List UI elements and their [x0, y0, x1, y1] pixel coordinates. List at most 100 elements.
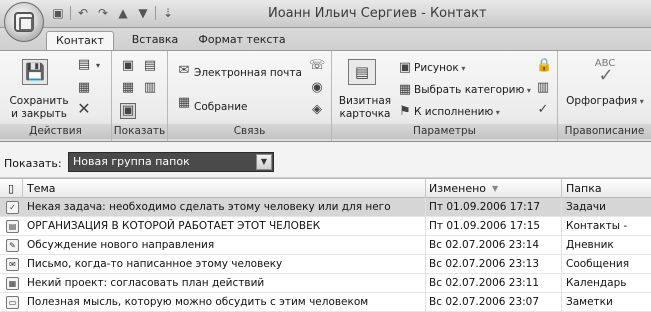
- group-proofing: ABC ✓ Орфография Правописание: [558, 51, 651, 141]
- column-folder[interactable]: Папка: [566, 179, 602, 198]
- address-book-icon[interactable]: ▥: [536, 81, 550, 95]
- group-show: ▣ ▤ ▦ ▥ ▣ Показать: [112, 51, 168, 141]
- column-separator: [561, 236, 562, 255]
- ribbon: 💾 Сохранить и закрыть ▤ ▾ ▦ ✕ Действия ▣…: [0, 50, 651, 142]
- item-modified: Пт 01.09.2006 17:15: [429, 220, 541, 232]
- office-button[interactable]: [4, 2, 44, 42]
- check-names-icon[interactable]: ✓: [536, 103, 550, 117]
- group-actions: 💾 Сохранить и закрыть ▤ ▾ ▦ ✕ Действия: [0, 51, 112, 141]
- list-header: ▯ Тема Изменено ▼ Папка: [0, 178, 651, 198]
- show-label: Показать:: [4, 157, 62, 170]
- item-subject: Некая задача: необходимо сделать этому ч…: [27, 201, 391, 213]
- item-modified: Вс 02.07.2006 23:11: [429, 277, 540, 289]
- details-view-icon[interactable]: ▤: [142, 59, 158, 73]
- all-fields-icon[interactable]: ▥: [142, 81, 158, 95]
- item-subject: Полезная мысль, которую можно обсудить с…: [27, 296, 369, 308]
- list-item[interactable]: ▤ ОРГАНИЗАЦИЯ В КОТОРОЙ РАБОТАЕТ ЭТОТ ЧЕЛ…: [0, 217, 651, 236]
- save-close-icon: 💾: [22, 59, 48, 85]
- customize-icon[interactable]: ⇣: [160, 5, 176, 21]
- undo-icon[interactable]: ↶: [75, 5, 91, 21]
- column-separator: [425, 293, 426, 312]
- folder-group-select[interactable]: Новая группа папок ▼: [68, 152, 274, 172]
- picture-icon: ▣: [398, 60, 412, 75]
- column-subject[interactable]: Тема: [27, 179, 56, 198]
- item-folder: Заметки: [566, 296, 613, 308]
- delete-icon[interactable]: ✕: [76, 101, 92, 117]
- group-label-options: Параметры: [332, 124, 557, 139]
- spelling-button[interactable]: Орфография: [562, 95, 648, 108]
- check-icon: ✓: [598, 65, 614, 86]
- web-page-icon[interactable]: ◉: [309, 81, 325, 95]
- save-icon[interactable]: ▣: [50, 5, 66, 21]
- item-subject: Обсуждение нового направления: [27, 239, 215, 251]
- list-item[interactable]: ✓ Некая задача: необходимо сделать этому …: [0, 198, 651, 217]
- item-folder: Контакты -: [566, 220, 628, 232]
- column-separator: [561, 274, 562, 293]
- item-modified: Вс 02.07.2006 23:07: [429, 296, 540, 308]
- item-subject: Некий проект: согласовать план действий: [27, 277, 265, 289]
- title-bar: ▣ ↶ ↷ ▲ ▼ ⇣ Иоанн Ильич Сергиев - Контак…: [0, 0, 651, 28]
- column-modified[interactable]: Изменено: [429, 179, 486, 198]
- item-subject: ОРГАНИЗАЦИЯ В КОТОРОЙ РАБОТАЕТ ЭТОТ ЧЕЛО…: [27, 220, 321, 232]
- picture-button[interactable]: Рисунок: [414, 62, 465, 74]
- contact-book-icon[interactable]: ▤: [76, 58, 92, 72]
- group-communicate: ✉ Электронная почта ▦ Собрание ☏ ◉ ◈ Свя…: [168, 51, 332, 141]
- tab-contact[interactable]: Контакт: [46, 31, 114, 50]
- email-button[interactable]: Электронная почта: [194, 67, 302, 79]
- column-separator: [561, 198, 562, 217]
- lock-icon[interactable]: 🔒: [536, 59, 552, 73]
- qat-separator: [70, 6, 71, 20]
- group-options: ▤ Визитная карточка ▣ Рисунок ▦ Выбрать …: [332, 51, 558, 141]
- flag-icon: ⚑: [399, 104, 411, 119]
- item-folder: Задачи: [566, 201, 606, 213]
- quick-access-toolbar: ▣ ↶ ↷ ▲ ▼ ⇣: [50, 5, 176, 21]
- column-separator: [561, 255, 562, 274]
- window-title: Иоанн Ильич Сергиев - Контакт: [268, 6, 487, 21]
- column-separator: [22, 179, 23, 198]
- note-icon: ▭: [6, 296, 19, 309]
- business-card-icon: ▤: [348, 59, 376, 85]
- journal-icon: ✎: [6, 239, 19, 252]
- list-item[interactable]: ✉ Письмо, когда-то написанное этому челов…: [0, 255, 651, 274]
- column-separator: [561, 293, 562, 312]
- column-separator: [561, 217, 562, 236]
- up-arrow-icon[interactable]: ▲: [115, 5, 131, 21]
- chevron-down-icon[interactable]: ▾: [94, 59, 102, 73]
- group-label-show: Показать: [112, 124, 167, 139]
- email-icon: ✉: [178, 63, 190, 78]
- mail-icon: ✉: [6, 258, 19, 271]
- group-label-communicate: Связь: [168, 124, 331, 139]
- office-logo-icon: [14, 12, 34, 32]
- item-folder: Календарь: [566, 277, 627, 289]
- meeting-icon: ▦: [177, 95, 191, 110]
- item-type-icon[interactable]: ▯: [8, 179, 14, 198]
- call-icon[interactable]: ☏: [309, 59, 325, 73]
- folder-group-value: Новая группа папок: [73, 155, 190, 168]
- categorize-button[interactable]: Выбрать категорию: [414, 84, 531, 96]
- general-view-icon[interactable]: ▣: [120, 59, 136, 73]
- group-label-proofing: Правописание: [558, 124, 651, 139]
- tab-insert[interactable]: Вставка: [120, 31, 190, 50]
- tab-format-text[interactable]: Формат текста: [196, 31, 288, 50]
- down-arrow-icon[interactable]: ▼: [135, 5, 151, 21]
- save-close-button[interactable]: Сохранить и закрыть: [6, 95, 72, 121]
- item-modified: Пт 01.09.2006 17:17: [429, 201, 541, 213]
- item-modified: Вс 02.07.2006 23:13: [429, 258, 540, 270]
- follow-up-button[interactable]: К исполнению: [414, 106, 500, 118]
- business-card-button[interactable]: Визитная карточка: [336, 95, 394, 121]
- map-icon[interactable]: ◈: [309, 103, 325, 117]
- save-new-icon[interactable]: ▦: [76, 81, 92, 95]
- list-item[interactable]: ✎ Обсуждение нового направления Вс 02.07.2…: [0, 236, 651, 255]
- sort-descending-icon: ▼: [492, 184, 499, 193]
- redo-icon[interactable]: ↷: [95, 5, 111, 21]
- item-folder: Дневник: [566, 239, 614, 251]
- certificates-icon[interactable]: ▦: [120, 81, 136, 95]
- list-item[interactable]: ▦ Некий проект: согласовать план действий…: [0, 274, 651, 293]
- list-item[interactable]: ▭ Полезная мысль, которую можно обсудить …: [0, 293, 651, 312]
- chevron-down-icon[interactable]: ▼: [256, 154, 272, 170]
- meeting-button[interactable]: Собрание: [194, 101, 247, 113]
- activities-icon[interactable]: ▣: [120, 103, 136, 119]
- column-separator: [425, 274, 426, 293]
- column-separator: [425, 255, 426, 274]
- column-separator: [425, 217, 426, 236]
